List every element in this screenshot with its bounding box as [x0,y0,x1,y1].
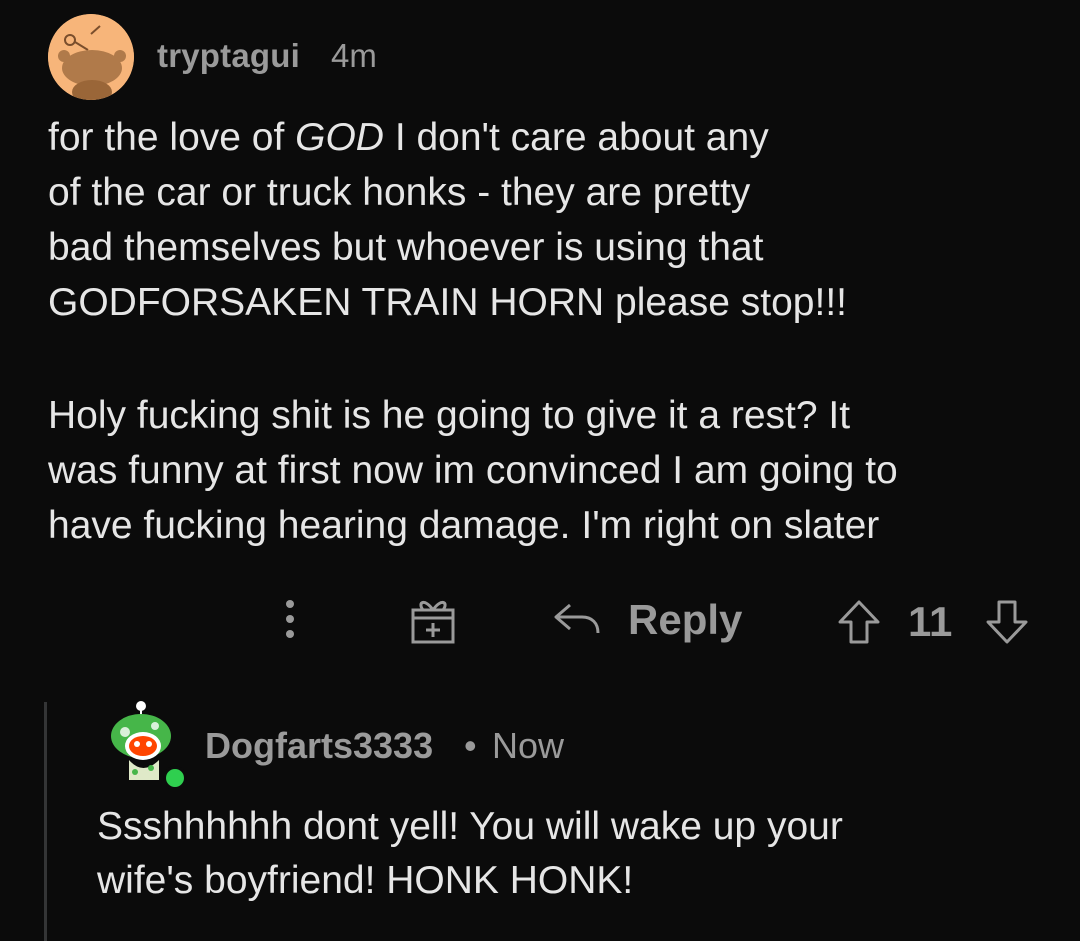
reply-button[interactable]: Reply [552,590,752,650]
avatar[interactable] [48,14,134,100]
comment-timestamp: 4m [331,37,377,74]
comment-text-fragment: I don't care about any [383,116,769,159]
comment-body-paragraph: for the love of GOD I don't care about a… [48,110,928,330]
comment-body-paragraph: Holy fucking shit is he going to give it… [48,388,1068,553]
reply-timestamp: Now [492,725,565,766]
snoo-avatar-icon [48,14,134,100]
reply-label: Reply [628,596,743,643]
comment-body-line: Holy fucking shit is he going to give it… [48,394,851,437]
reply-username[interactable]: Dogfarts3333 [205,725,433,767]
comment-action-bar: Reply 11 [0,588,1080,652]
reply-body-line: wife's boyfriend! HONK HONK! [97,859,634,902]
reply-arrow-icon [554,603,600,634]
vote-score: 11 [908,598,953,645]
comment-body-line: GODFORSAKEN TRAIN HORN please stop!!! [48,281,847,324]
online-status-indicator [163,766,187,790]
vertical-ellipsis-icon [286,600,294,638]
comment-body-line: have fucking hearing damage. I'm right o… [48,504,880,547]
meta-separator: • [464,725,477,766]
comment-body-line: bad themselves but whoever is using that [48,226,764,269]
award-button[interactable] [407,594,459,646]
emphasized-text: GOD [295,116,384,159]
comment-body-line: was funny at first now im convinced I am… [48,449,898,492]
comment-body-line: of the car or truck honks - they are pre… [48,171,751,214]
downvote-arrow-icon[interactable] [984,598,1030,646]
comment-text-fragment: for the love of [48,116,296,159]
comment-body-line: for the love of GOD I don't care about a… [48,110,928,165]
thread-line[interactable] [44,702,47,941]
gift-award-icon [411,601,455,644]
reply-body-line: Ssshhhhhh dont yell! You will wake up yo… [97,805,843,848]
vote-controls: 11 [836,592,1036,652]
comment-username[interactable]: tryptagui [157,37,300,75]
reply-body: Ssshhhhhh dont yell! You will wake up yo… [97,800,1057,908]
more-options-button[interactable] [272,594,308,644]
upvote-arrow-icon[interactable] [836,598,882,646]
